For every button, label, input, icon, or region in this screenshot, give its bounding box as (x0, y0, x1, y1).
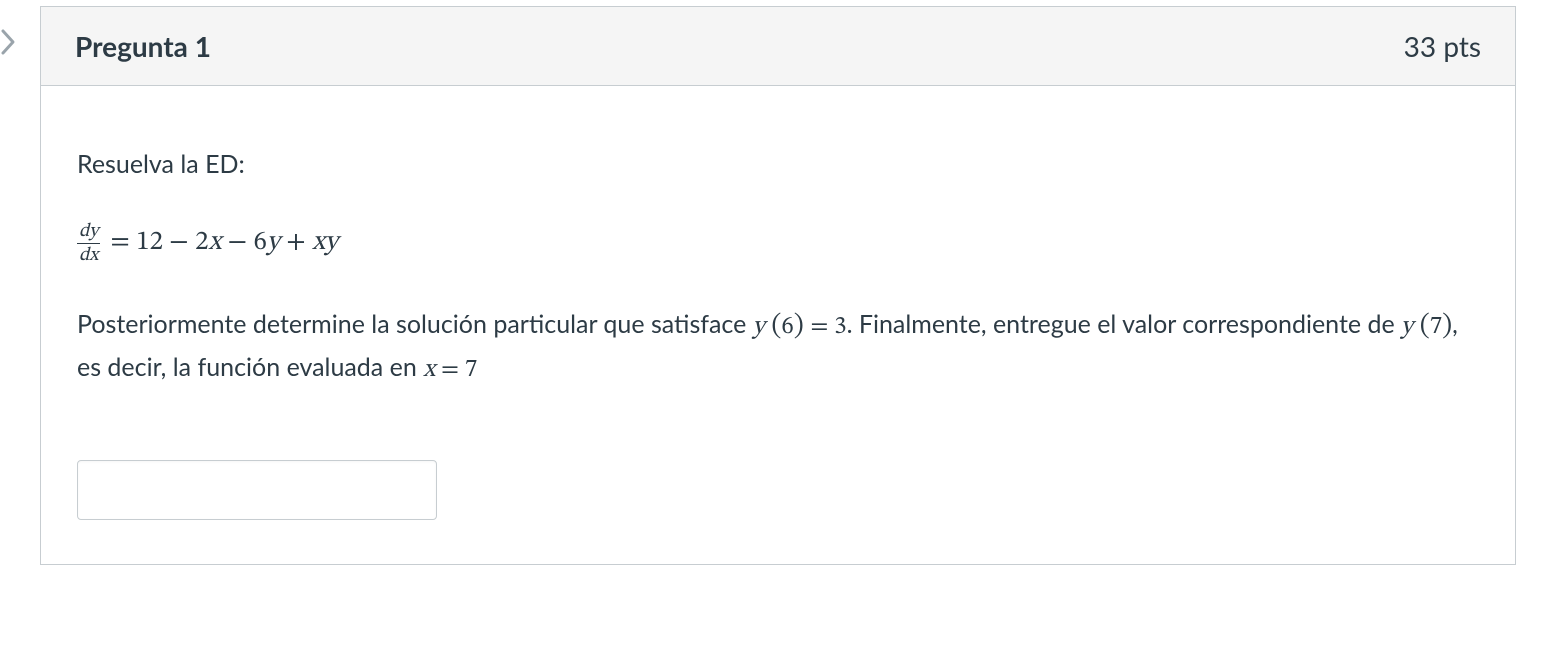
question-card: Pregunta 1 33 pts Resuelva la ED: dy dx … (40, 6, 1516, 565)
question-points: 33 pts (1404, 29, 1481, 63)
eq-var-y2: y (325, 229, 338, 256)
p2-y2: y (1401, 314, 1413, 339)
p2-lp2: ( (1413, 312, 1430, 340)
eq-var-y1: y (267, 229, 280, 256)
eq-text-1: = 12 − 2 (110, 229, 208, 256)
p2-y1: y (753, 314, 765, 339)
p2-text-1: Posteriormente determine la solución par… (77, 309, 753, 339)
p2-lp1: ( (765, 312, 782, 340)
frac-denominator: dx (79, 246, 98, 265)
eq-text-2: − 6 (221, 229, 267, 256)
p2-rp1: ) (794, 312, 811, 340)
p2-eq2: = 7 (435, 357, 477, 382)
eq-text-3: + (280, 229, 312, 256)
p2-eq1: = 3 (810, 314, 846, 339)
prompt-solve-ed: Resuelva la ED: (77, 146, 1479, 184)
eq-rhs: = 12 − 2x − 6y + xy (110, 223, 338, 264)
chevron-right-icon (0, 28, 18, 56)
prompt-particular-solution: Posteriormente determine la solución par… (77, 305, 1479, 390)
differential-equation: dy dx = 12 − 2x − 6y + xy (77, 222, 1479, 265)
p2-x: x (423, 357, 435, 382)
collapse-caret[interactable] (0, 28, 22, 56)
answer-input[interactable] (77, 460, 437, 520)
frac-numerator: dy (79, 222, 98, 241)
p2-arg1: 6 (781, 314, 793, 339)
eq-var-x2: x (312, 229, 325, 256)
question-title: Pregunta 1 (75, 29, 211, 63)
p2-arg2: 7 (1430, 314, 1442, 339)
fraction-dy-dx: dy dx (77, 222, 100, 265)
p2-text-2: . Finalmente, entregue el valor correspo… (847, 309, 1401, 339)
eq-var-x1: x (208, 229, 221, 256)
p2-rp2: ) (1442, 312, 1452, 340)
question-header: Pregunta 1 33 pts (41, 7, 1515, 86)
question-body: Resuelva la ED: dy dx = 12 − 2x − 6y + x… (41, 86, 1515, 564)
